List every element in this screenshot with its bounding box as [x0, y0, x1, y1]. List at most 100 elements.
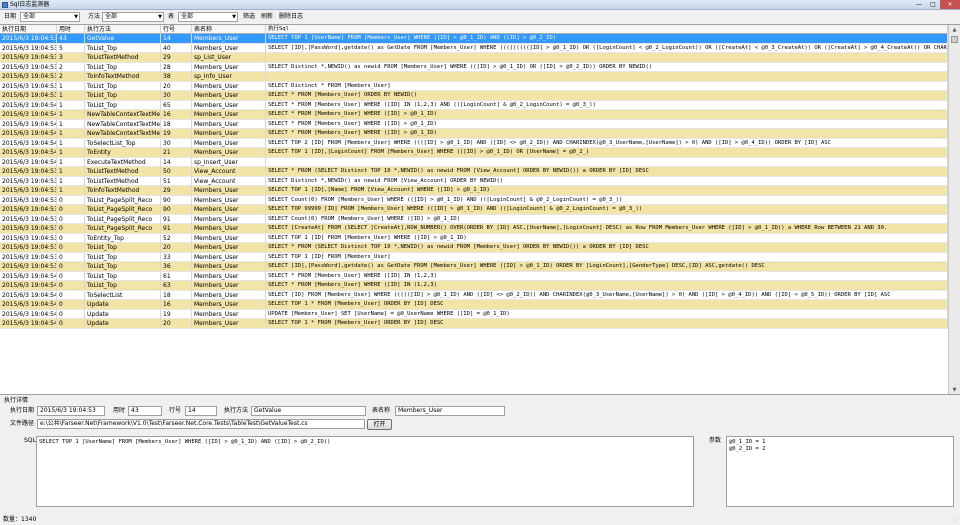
- filter-bar: 日期 全部 ▼ 方法 全部 ▼ 表 全部 ▼ 筛选 刷新 删除日志: [0, 11, 960, 23]
- table-row[interactable]: 2015/6/3 19:04:54 0 ToList_Top 63 Members_Us…: [0, 281, 948, 291]
- cell-time: 0: [57, 214, 85, 224]
- cell-date: 2015/6/3 19:04:53: [2, 91, 57, 100]
- cell-line: 91: [161, 224, 192, 233]
- cell-time: 0: [57, 205, 85, 214]
- table-row[interactable]: 2015/6/3 19:04:54 1 ToSelectList_Top 30 Memb…: [0, 138, 948, 148]
- cell-method: ToEntity: [85, 148, 161, 157]
- cell-sql: SELECT TOP 1 [ID],[Name] FROM [View_Acco…: [266, 186, 948, 195]
- refresh-button[interactable]: 刷新: [261, 13, 273, 21]
- table-row[interactable]: 2015/6/3 19:04:53 0 ToList_PageSplit_Reco 9…: [0, 214, 948, 224]
- table-row[interactable]: 2015/6/3 19:04:53 43 GetValue 14 Members_Use…: [0, 34, 948, 44]
- table-row[interactable]: 2015/6/3 19:04:54 0 Update 20 Members_User SE…: [0, 319, 948, 329]
- table-row[interactable]: 2015/6/3 19:04:54 0 ToSelectList 18 Members_…: [0, 290, 948, 300]
- table-row[interactable]: 2015/6/3 19:04:54 1 ToEntity 21 Members_User…: [0, 148, 948, 158]
- cell-line: 52: [161, 233, 192, 243]
- close-button[interactable]: ✕: [940, 0, 960, 9]
- maximize-button[interactable]: □: [926, 0, 940, 9]
- detail-sql-textarea[interactable]: SELECT TOP 1 [UserName] FROM [Members_Us…: [36, 436, 694, 507]
- table-row[interactable]: 2015/6/3 19:04:53 0 ToList_PageSplit_Reco 9…: [0, 205, 948, 215]
- window-title: Sql日志监测器: [10, 1, 50, 8]
- cell-line: 20: [161, 243, 192, 252]
- cell-sql: SELECT TOP 1 [UserName] FROM [Members_Us…: [266, 34, 948, 43]
- vertical-scrollbar[interactable]: ▲ ▼: [948, 25, 960, 394]
- log-grid[interactable]: 执行日期 用时 执行方法 行号 表名称 执行Sql 2015/6/3 19:04…: [0, 24, 960, 395]
- method-filter-select[interactable]: 全部 ▼: [102, 12, 164, 22]
- cell-time: 5: [57, 43, 85, 53]
- cell-sql: SELECT TOP 1 * FROM [Members_User] ORDER…: [266, 319, 948, 328]
- table-row[interactable]: 2015/6/3 19:04:54 1 ExecuteTextMethod 14 sp_…: [0, 157, 948, 167]
- filter-button[interactable]: 筛选: [243, 13, 255, 21]
- cell-time: 0: [57, 243, 85, 252]
- detail-method-field[interactable]: GetValue: [251, 406, 366, 416]
- scroll-down-icon[interactable]: ▼: [949, 385, 960, 394]
- cell-line: 36: [161, 262, 192, 271]
- date-filter-select[interactable]: 全部 ▼: [20, 12, 80, 22]
- column-header-sql[interactable]: 执行Sql: [266, 25, 948, 34]
- method-filter-value: 全部: [105, 13, 118, 20]
- cell-table: Members_User: [192, 271, 266, 281]
- minimize-button[interactable]: —: [912, 0, 926, 9]
- table-row[interactable]: 2015/6/3 19:04:53 1 ToInfoTextMethod 29 Memb…: [0, 186, 948, 196]
- table-row[interactable]: 2015/6/3 19:04:53 1 ToListTextMethod 50 View…: [0, 167, 948, 177]
- table-row[interactable]: 2015/6/3 19:04:53 2 ToInfoTextMethod 38 sp_I…: [0, 72, 948, 82]
- open-file-button[interactable]: 打开: [367, 419, 392, 430]
- detail-time-field[interactable]: 43: [128, 406, 162, 416]
- column-header-method[interactable]: 执行方法: [85, 25, 161, 34]
- column-header-table[interactable]: 表名称: [192, 25, 266, 34]
- detail-params-textarea[interactable]: @0_1_ID = 1 @0_2_ID = 2: [726, 436, 954, 507]
- cell-line: 19: [161, 129, 192, 138]
- cell-date: 2015/6/3 19:04:53: [2, 214, 57, 224]
- table-row[interactable]: 2015/6/3 19:04:53 1 ToList_Top 20 Members_Us…: [0, 81, 948, 91]
- table-row[interactable]: 2015/6/3 19:04:54 1 NewTableContextTextMe 1…: [0, 110, 948, 120]
- scroll-up-icon[interactable]: ▲: [949, 25, 960, 35]
- detail-table-field[interactable]: Members_User: [395, 406, 505, 416]
- table-row[interactable]: 2015/6/3 19:04:53 0 ToList_Top 36 Members_Us…: [0, 262, 948, 272]
- column-header-date[interactable]: 执行日期: [0, 25, 57, 34]
- detail-date-field[interactable]: 2015/6/3 19:04:53: [37, 406, 105, 416]
- cell-time: 1: [57, 167, 85, 176]
- table-row[interactable]: 2015/6/3 19:04:53 0 ToList_Top 33 Members_Us…: [0, 252, 948, 262]
- table-row[interactable]: 2015/6/3 19:04:53 1 ToList_Top 30 Members_Us…: [0, 91, 948, 101]
- table-row[interactable]: 2015/6/3 19:04:53 3 ToListTextMethod 29 sp_L…: [0, 53, 948, 63]
- scrollbar-thumb[interactable]: [951, 36, 958, 43]
- cell-time: 1: [57, 129, 85, 138]
- cell-method: ToSelectList: [85, 290, 161, 300]
- table-row[interactable]: 2015/6/3 19:04:54 0 Update 19 Members_User UP…: [0, 309, 948, 319]
- table-row[interactable]: 2015/6/3 19:04:53 0 ToList_PageSplit_Reco 9…: [0, 195, 948, 205]
- cell-table: View_Account: [192, 176, 266, 186]
- delete-log-button[interactable]: 删除日志: [279, 13, 303, 21]
- cell-time: 0: [57, 224, 85, 233]
- cell-method: ToList_PageSplit_Reco: [85, 205, 161, 214]
- table-row[interactable]: 2015/6/3 19:04:53 0 ToList_PageSplit_Reco 9…: [0, 224, 948, 234]
- cell-line: 18: [161, 119, 192, 129]
- cell-time: 0: [57, 262, 85, 271]
- table-row[interactable]: 2015/6/3 19:04:53 2 ToList_Top 28 Members_Us…: [0, 62, 948, 72]
- cell-method: ToList_Top: [85, 252, 161, 262]
- cell-date: 2015/6/3 19:04:54: [2, 319, 57, 328]
- resize-grip-icon[interactable]: ⋰: [953, 517, 959, 524]
- cell-method: NewTableContextTextMe: [87, 110, 161, 119]
- table-row[interactable]: 2015/6/3 19:04:54 1 NewTableContextTextMe 1…: [0, 129, 948, 139]
- cell-time: 1: [57, 157, 85, 167]
- table-row[interactable]: 2015/6/3 19:04:54 0 Update 16 Members_User SE…: [0, 300, 948, 310]
- table-row[interactable]: 2015/6/3 19:04:53 5 ToList_Top 40 Members_Us…: [0, 43, 948, 53]
- title-bar: Sql日志监测器 — □ ✕: [0, 0, 960, 10]
- cell-method: ToList_PageSplit_Reco: [85, 214, 161, 224]
- cell-method: GetValue: [85, 34, 161, 43]
- table-row[interactable]: 2015/6/3 19:04:53 1 ToListTextMethod 51 View…: [0, 176, 948, 186]
- table-filter-select[interactable]: 全部 ▼: [178, 12, 238, 22]
- cell-table: Members_User: [192, 290, 266, 300]
- column-header-line[interactable]: 行号: [161, 25, 192, 34]
- table-row[interactable]: 2015/6/3 19:04:54 0 ToList_Top 61 Members_Us…: [0, 271, 948, 281]
- cell-sql: SELECT TOP 1 [ID] FROM [Members_User] WH…: [266, 233, 948, 243]
- column-header-time[interactable]: 用时: [57, 25, 85, 34]
- table-row[interactable]: 2015/6/3 19:04:53 0 ToEntity_Top 52 Members_…: [0, 233, 948, 243]
- grid-header: 执行日期 用时 执行方法 行号 表名称 执行Sql: [0, 25, 948, 34]
- table-row[interactable]: 2015/6/3 19:04:53 0 ToList_Top 20 Members_Us…: [0, 243, 948, 253]
- table-row[interactable]: 2015/6/3 19:04:54 1 NewTableContextTextMe 1…: [0, 119, 948, 129]
- cell-table: Members_User: [192, 281, 266, 290]
- table-row[interactable]: 2015/6/3 19:04:54 1 ToList_Top 65 Members_Us…: [0, 100, 948, 110]
- detail-path-field[interactable]: e:\公共\Farseer.Net\Framework\V1.0\Test\Fa…: [37, 419, 365, 429]
- detail-line-field[interactable]: 14: [185, 406, 217, 416]
- cell-time: 0: [57, 300, 85, 309]
